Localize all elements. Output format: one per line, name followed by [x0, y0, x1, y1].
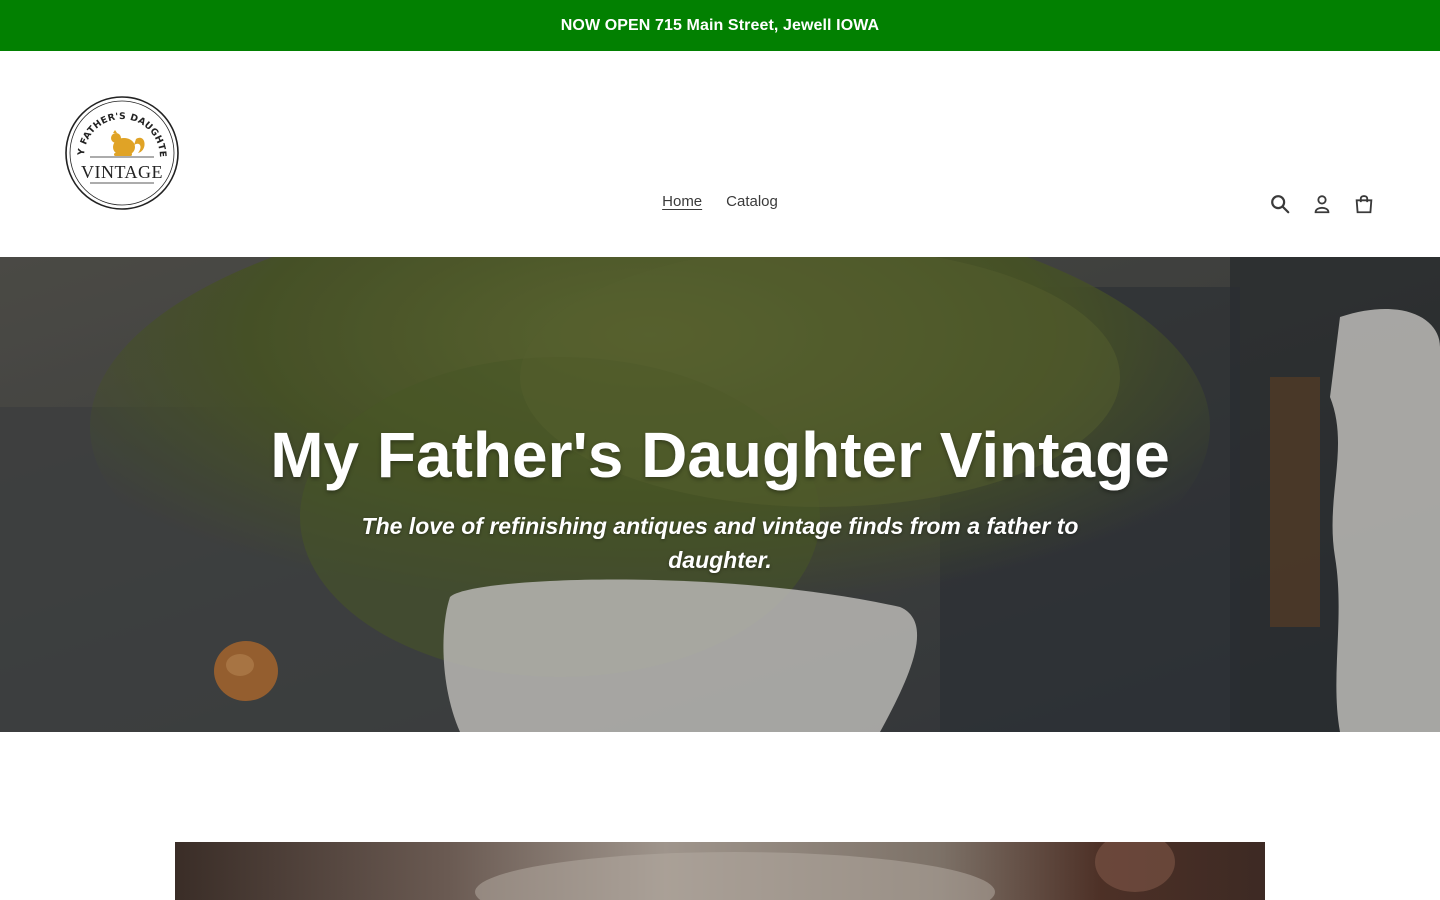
cart-button[interactable]: [1352, 192, 1376, 216]
hero-content: My Father's Daughter Vintage The love of…: [0, 419, 1440, 577]
hero-banner: My Father's Daughter Vintage The love of…: [0, 257, 1440, 732]
header-icons: [1268, 192, 1376, 216]
hero-title: My Father's Daughter Vintage: [270, 419, 1170, 491]
user-icon: [1314, 195, 1330, 214]
nav-item-home[interactable]: Home: [662, 193, 702, 210]
featured-image-graphic: [175, 842, 1265, 900]
announcement-bar: NOW OPEN 715 Main Street, Jewell IOWA: [0, 0, 1440, 51]
announcement-text: NOW OPEN 715 Main Street, Jewell IOWA: [560, 16, 880, 34]
logo-wordmark: VINTAGE: [81, 162, 163, 182]
featured-image: [175, 842, 1265, 900]
section-spacer: [0, 732, 1440, 842]
shopping-bag-icon: [1355, 195, 1373, 214]
site-header: MY FATHER'S DAUGHTER VINTAGE Home Catalo…: [0, 51, 1440, 257]
nav-item-catalog[interactable]: Catalog: [726, 193, 778, 210]
search-icon: [1271, 195, 1290, 214]
account-button[interactable]: [1310, 192, 1334, 216]
search-button[interactable]: [1268, 192, 1292, 216]
hero-subtitle: The love of refinishing antiques and vin…: [361, 513, 1079, 573]
main-nav: Home Catalog: [0, 193, 1440, 210]
